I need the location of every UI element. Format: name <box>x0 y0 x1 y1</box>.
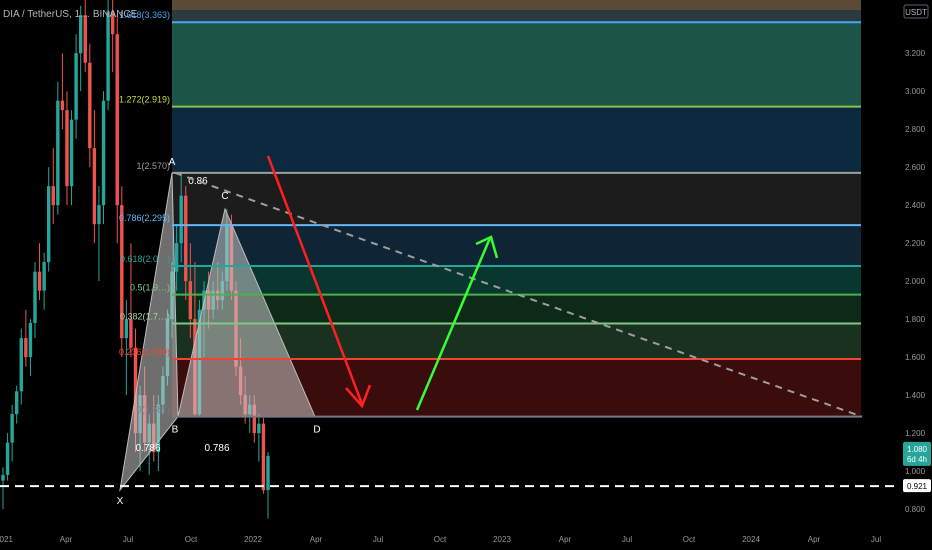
candle-body <box>65 110 69 187</box>
y-tick-label: 1.400 <box>905 391 926 400</box>
y-tick-label: 3.200 <box>905 49 926 58</box>
fib-level-label: 0.382(1.7…) <box>120 312 170 322</box>
y-tick-label: 0.800 <box>905 505 926 514</box>
harmonic-point-x: X <box>117 496 124 507</box>
harmonic-point-b: B <box>172 425 179 436</box>
candle-body <box>69 119 74 187</box>
candle-body <box>1 474 5 481</box>
currency-unit-badge[interactable]: USDT <box>903 4 929 19</box>
fib-level-label: 1(2.570) <box>136 161 170 171</box>
fib-level-label: 0.786(2.295) <box>119 213 170 223</box>
x-tick-label: Oct <box>434 535 447 544</box>
harmonic-ratio: 0.786 <box>204 443 229 454</box>
current-price-countdown: 6d 4h <box>907 455 927 464</box>
candle-body <box>74 53 78 120</box>
fib-level-label: 0(1.287) <box>136 405 170 415</box>
x-tick-label: Apr <box>60 535 73 544</box>
candle-body <box>15 391 19 415</box>
candle-body <box>115 34 119 206</box>
y-tick-label: 2.400 <box>905 201 926 210</box>
current-price-value: 1.080 <box>907 445 928 454</box>
fib-zone-3 <box>172 225 861 266</box>
x-tick-label: Jul <box>373 535 383 544</box>
x-tick-label: Jul <box>622 535 632 544</box>
x-tick-label: 2021 <box>0 535 13 544</box>
candle-body <box>97 205 101 225</box>
candle-body <box>188 281 193 320</box>
currency-unit: USDT <box>905 8 927 17</box>
candle-body <box>266 455 270 491</box>
candle-body <box>60 100 65 111</box>
fib-zone-5 <box>172 294 861 324</box>
y-tick-label: 3.000 <box>905 87 926 96</box>
chart-root[interactable]: X A B C D 0.86 0.786 0.786 1.618(3.363) 1.272(2.… <box>0 0 932 550</box>
x-tick-label: Apr <box>310 535 323 544</box>
fib-level-label: 1.272(2.919) <box>119 95 170 105</box>
x-tick-label: Apr <box>808 535 821 544</box>
candle-body <box>5 442 10 475</box>
candle-body <box>33 271 37 323</box>
candle-body <box>56 100 60 206</box>
fib-zone-2 <box>172 172 861 226</box>
harmonic-point-d: D <box>313 425 320 436</box>
candle-body <box>19 338 23 392</box>
candle-body <box>88 62 92 149</box>
y-tick-label: 2.200 <box>905 239 926 248</box>
candle-body <box>51 186 55 206</box>
candle-body <box>179 195 183 244</box>
candle-body <box>101 100 106 206</box>
candle-body <box>92 148 97 225</box>
fib-zone-4 <box>172 265 861 295</box>
y-tick-label: 2.600 <box>905 163 926 172</box>
candle-body <box>106 11 110 101</box>
x-tick-label: Apr <box>559 535 572 544</box>
candle-body <box>24 338 28 358</box>
candle-body <box>78 15 83 54</box>
fib-level-label: 0.236(1.590) <box>119 347 170 357</box>
fib-zone-0 <box>172 22 861 107</box>
candle-body <box>83 15 87 63</box>
fib-zone-cap <box>172 0 861 10</box>
fib-level-label: 0.5(1.9…) <box>130 283 170 293</box>
candle-body <box>42 262 46 291</box>
y-tick-label: 2.000 <box>905 277 926 286</box>
candle-body <box>184 195 188 282</box>
y-tick-label: 1.000 <box>905 467 926 476</box>
fib-zone-1 <box>172 106 861 173</box>
candle-body <box>257 423 261 434</box>
x-tick-label: 2024 <box>742 535 760 544</box>
x-tick-label: 2022 <box>244 535 262 544</box>
x-tick-label: 2023 <box>493 535 511 544</box>
harmonic-ratio: 0.786 <box>135 443 160 454</box>
candle-body <box>129 319 133 348</box>
candle-body <box>10 414 14 443</box>
candle-body <box>46 186 51 263</box>
x-tick-label: Oct <box>683 535 696 544</box>
y-tick-label: 1.200 <box>905 429 926 438</box>
candle-body <box>261 423 266 491</box>
candle-body <box>28 322 33 358</box>
x-tick-label: Jul <box>871 535 881 544</box>
candle-body <box>124 319 129 339</box>
fib-level-label: 0.618(2.0…) <box>120 254 170 264</box>
x-tick-label: Oct <box>185 535 198 544</box>
harmonic-point-c: C <box>221 191 228 202</box>
y-tick-label: 1.800 <box>905 315 926 324</box>
y-tick-label: 2.800 <box>905 125 926 134</box>
y-tick-label: 1.600 <box>905 353 926 362</box>
candle-body <box>174 243 179 272</box>
dashed-level-value: 0.921 <box>907 482 928 491</box>
price-chart[interactable]: XABCD0.860.786 0.786 1.618(3.363)1.272(2.… <box>0 0 932 550</box>
candle-body <box>37 271 42 291</box>
chart-title: DIA / TetherUS, 1… BINANCE <box>3 9 138 20</box>
x-tick-label: Jul <box>123 535 133 544</box>
